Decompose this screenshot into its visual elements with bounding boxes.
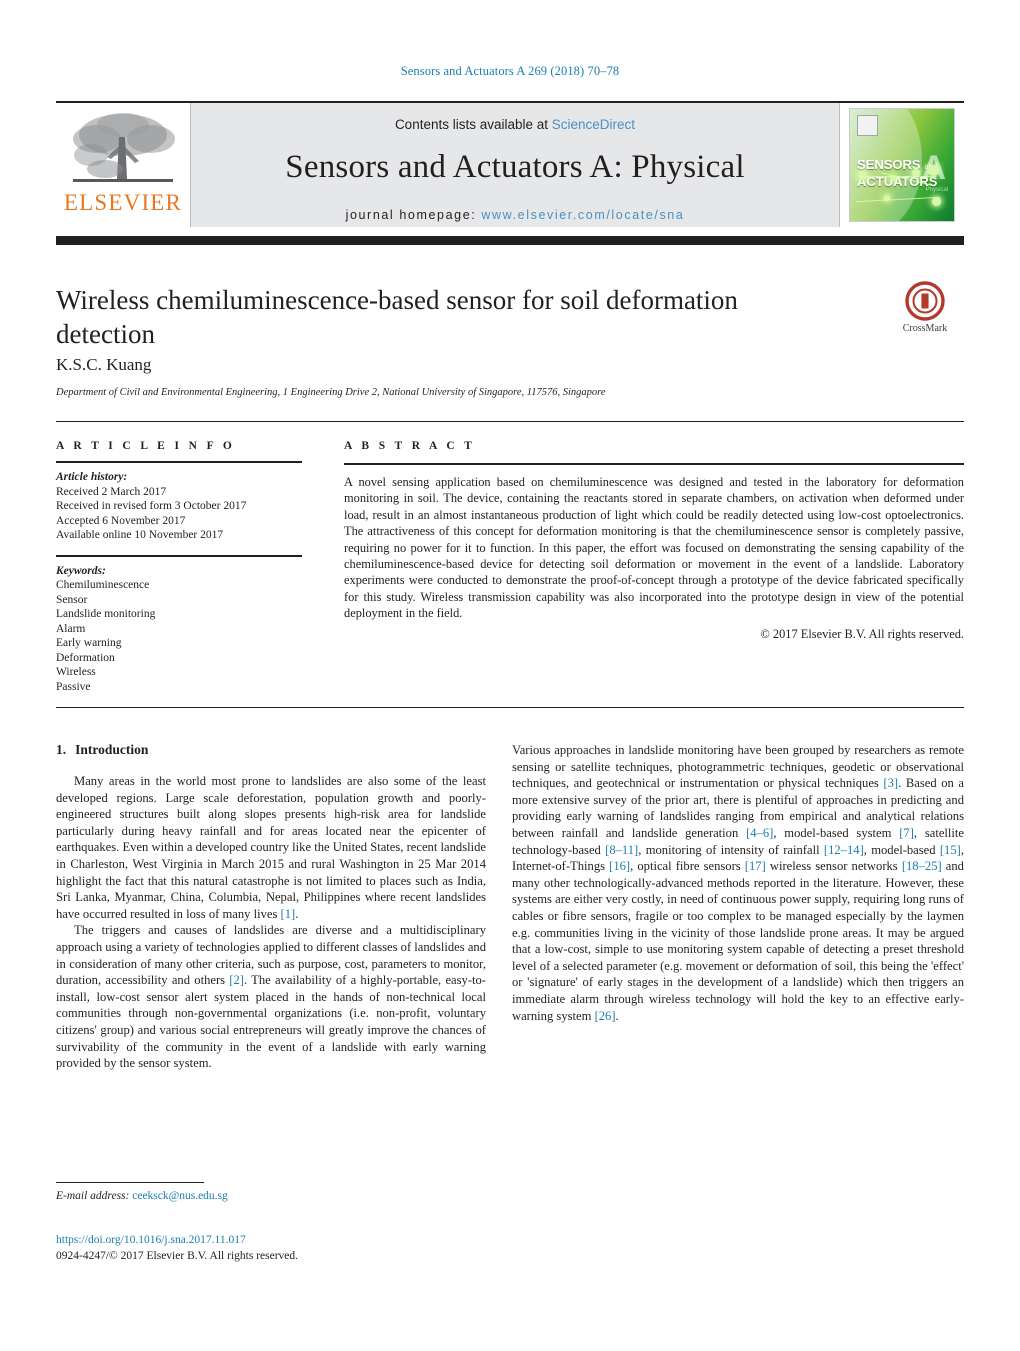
citation-ref[interactable]: [1]: [281, 907, 296, 921]
citation-ref[interactable]: [4–6]: [746, 826, 773, 840]
journal-header: ELSEVIER Contents lists available at Sci…: [56, 101, 964, 227]
article-history-label: Article history:: [56, 471, 128, 483]
citation-ref[interactable]: [18–25]: [902, 859, 942, 873]
paragraph: Various approaches in landslide monitori…: [512, 742, 964, 1024]
sciencedirect-link[interactable]: ScienceDirect: [552, 117, 635, 132]
author-list: K.S.C. Kuang: [56, 355, 152, 374]
elsevier-logo: ELSEVIER: [56, 103, 190, 227]
paragraph-text: , model-based: [863, 842, 940, 857]
article-history-block: Article history: Received 2 March 2017 R…: [56, 470, 302, 543]
elsevier-wordmark: ELSEVIER: [63, 190, 183, 215]
cover-sub: Physical: [925, 187, 948, 193]
section-title: Introduction: [75, 742, 149, 757]
journal-cover-thumbnail: SENSORS and ACTUATORS A Physical: [840, 103, 964, 227]
issn-copyright-line: 0924-4247/© 2017 Elsevier B.V. All right…: [56, 1250, 299, 1262]
citation-ref[interactable]: [3]: [883, 776, 898, 790]
cover-elsevier-mark-icon: [857, 115, 878, 136]
citation-ref[interactable]: [26]: [595, 1009, 616, 1023]
email-label: E-mail address:: [56, 1190, 130, 1202]
contents-prefix: Contents lists available at: [394, 117, 552, 132]
paragraph-text: , optical fibre sensors: [630, 859, 745, 874]
paragraph: Many areas in the world most prone to la…: [56, 773, 486, 922]
journal-center-panel: Contents lists available at ScienceDirec…: [190, 103, 840, 227]
section-number: 1.: [56, 742, 67, 757]
citation-ref[interactable]: [2]: [229, 973, 244, 987]
keyword-item: Landslide monitoring: [56, 608, 156, 620]
crossmark-label: CrossMark: [902, 323, 948, 334]
abstract-copyright: © 2017 Elsevier B.V. All rights reserved…: [760, 626, 964, 641]
homepage-link[interactable]: www.elsevier.com/locate/sna: [481, 208, 684, 222]
cover-line1: SENSORS: [857, 157, 921, 172]
history-item: Received in revised form 3 October 2017: [56, 500, 247, 512]
history-item: Accepted 6 November 2017: [56, 514, 186, 527]
keyword-item: Sensor: [56, 593, 88, 606]
running-head: Sensors and Actuators A 269 (2018) 70–78: [400, 64, 620, 78]
abstract-heading: A B S T R A C T: [344, 440, 476, 452]
section-heading-introduction: 1. Introduction: [56, 742, 486, 758]
paragraph-text: Many areas in the world most prone to la…: [56, 774, 486, 921]
paper-page: Sensors and Actuators A 269 (2018) 70–78: [0, 0, 1020, 1351]
paragraph-text: and many other technologically-advanced …: [512, 859, 964, 1023]
footnote-email: E-mail address: ceeksck@nus.edu.sg: [56, 1190, 228, 1202]
affiliation: Department of Civil and Environmental En…: [56, 387, 606, 398]
paragraph: The triggers and causes of landslides ar…: [56, 922, 486, 1071]
keywords-label: Keywords:: [56, 564, 106, 577]
history-item: Available online 10 November 2017: [56, 529, 224, 541]
keyword-item: Early warning: [56, 637, 122, 649]
paragraph-text: wireless sensor networks: [765, 859, 902, 874]
page-title: Wireless chemiluminescence-based sensor …: [56, 285, 738, 349]
citation-ref[interactable]: [17]: [745, 859, 766, 873]
keywords-rule: [56, 554, 302, 557]
crossmark-icon: [905, 281, 945, 321]
abstract-rule: [344, 463, 964, 465]
history-item: Received 2 March 2017: [56, 485, 167, 498]
keyword-item: Chemiluminescence: [56, 579, 150, 591]
article-info-rule: [56, 461, 302, 463]
paragraph-text: .: [295, 906, 299, 921]
paragraph-text: , monitoring of intensity of rainfall: [638, 842, 824, 857]
citation-ref[interactable]: [12–14]: [824, 843, 864, 857]
keyword-item: Alarm: [56, 622, 86, 635]
paragraph-text: , model-based system: [773, 825, 900, 840]
homepage-prefix: journal homepage:: [345, 208, 482, 222]
article-info-heading: A R T I C L E I N F O: [56, 440, 236, 452]
abstract-text: A novel sensing application based on che…: [344, 475, 964, 621]
body-column-left: 1. Introduction Many areas in the world m…: [56, 742, 486, 1072]
keyword-item: Wireless: [56, 666, 96, 678]
citation-ref[interactable]: [16]: [609, 859, 630, 873]
abstract-column: A B S T R A C T A novel sensing applicat…: [344, 440, 964, 642]
body-column-right: Various approaches in landslide monitori…: [512, 742, 964, 1024]
header-divider-bar: [56, 236, 964, 245]
citation-ref[interactable]: [7]: [899, 826, 914, 840]
keyword-item: Deformation: [56, 651, 115, 664]
body-top-rule: [56, 707, 964, 708]
crossmark-badge[interactable]: CrossMark: [889, 281, 961, 334]
journal-title: Sensors and Actuators A: Physical: [285, 149, 745, 185]
citation-ref[interactable]: [8–11]: [605, 843, 638, 857]
contents-list-line: Contents lists available at ScienceDirec…: [191, 117, 839, 132]
doi-link[interactable]: https://doi.org/10.1016/j.sna.2017.11.01…: [56, 1234, 246, 1246]
elsevier-tree-icon: [67, 109, 179, 193]
info-top-rule: [56, 421, 964, 422]
footnote-rule: [56, 1182, 204, 1183]
article-info-column: A R T I C L E I N F O Article history: R…: [56, 440, 302, 694]
paragraph-text: . The availability of a highly-portable,…: [56, 973, 487, 1071]
paragraph-text: .: [615, 1008, 619, 1023]
journal-homepage-line: journal homepage: www.elsevier.com/locat…: [191, 208, 839, 222]
keyword-item: Passive: [56, 680, 91, 693]
email-link[interactable]: ceeksck@nus.edu.sg: [132, 1190, 228, 1202]
keywords-block: Keywords: Chemiluminescence Sensor Lands…: [56, 564, 302, 695]
citation-ref[interactable]: [15]: [940, 843, 961, 857]
